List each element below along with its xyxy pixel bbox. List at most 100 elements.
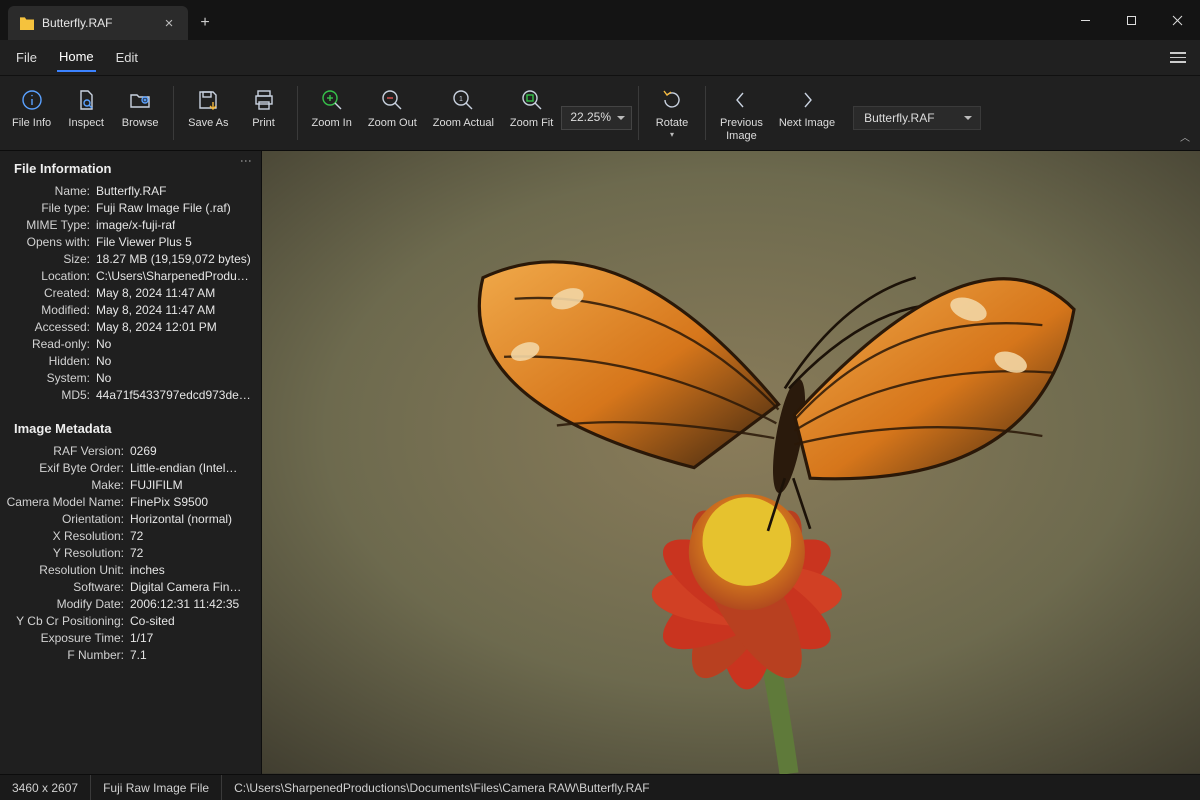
property-row: Modify Date:2006:12:31 11:42:35 (0, 595, 261, 612)
property-row: Hidden:No (0, 352, 261, 369)
property-value: No (96, 337, 111, 351)
zoom-actual-icon: 1 (449, 86, 477, 114)
zoom-fit-button[interactable]: Zoom Fit (502, 82, 561, 134)
browse-icon (126, 86, 154, 114)
zoom-in-label: Zoom In (312, 117, 352, 130)
image-viewer[interactable] (262, 151, 1200, 774)
status-path: C:\Users\SharpenedProductions\Documents\… (222, 775, 661, 800)
chevron-left-icon (727, 86, 755, 114)
property-key: Accessed: (0, 320, 96, 334)
property-key: Camera Model Name: (0, 495, 130, 509)
property-row: Opens with:File Viewer Plus 5 (0, 233, 261, 250)
zoom-fit-label: Zoom Fit (510, 117, 553, 130)
property-row: File type:Fuji Raw Image File (.raf) (0, 199, 261, 216)
property-row: Read-only:No (0, 335, 261, 352)
rotate-icon (658, 86, 686, 114)
property-key: Created: (0, 286, 96, 300)
file-select-value: Butterfly.RAF (864, 111, 934, 125)
image-file-select[interactable]: Butterfly.RAF (853, 106, 981, 130)
file-info-section-title: File Information (0, 151, 261, 182)
property-key: Size: (0, 252, 96, 266)
content-area: ⋮ File Information Name:Butterfly.RAFFil… (0, 151, 1200, 774)
status-filetype: Fuji Raw Image File (91, 775, 222, 800)
property-value: 7.1 (130, 648, 147, 662)
info-sidebar[interactable]: ⋮ File Information Name:Butterfly.RAFFil… (0, 151, 262, 774)
zoom-in-icon (318, 86, 346, 114)
zoom-out-icon (378, 86, 406, 114)
property-key: Location: (0, 269, 96, 283)
zoom-in-button[interactable]: Zoom In (304, 82, 360, 134)
close-tab-icon[interactable]: × (162, 16, 176, 31)
next-image-button[interactable]: Next Image (771, 82, 843, 134)
property-value: 72 (130, 529, 143, 543)
property-value: Fuji Raw Image File (.raf) (96, 201, 231, 215)
property-key: F Number: (0, 648, 130, 662)
browse-label: Browse (122, 117, 159, 130)
property-value: 18.27 MB (19,159,072 bytes) (96, 252, 251, 266)
browse-button[interactable]: Browse (113, 82, 167, 134)
property-value: Horizontal (normal) (130, 512, 232, 526)
previous-image-button[interactable]: Previous Image (712, 82, 771, 146)
inspect-button[interactable]: Inspect (59, 82, 113, 134)
save-icon (194, 86, 222, 114)
print-button[interactable]: Print (237, 82, 291, 134)
maximize-button[interactable] (1108, 0, 1154, 40)
close-window-button[interactable] (1154, 0, 1200, 40)
print-label: Print (252, 117, 275, 130)
property-key: File type: (0, 201, 96, 215)
property-row: Y Cb Cr Positioning:Co-sited (0, 612, 261, 629)
tab-title: Butterfly.RAF (42, 16, 112, 30)
property-row: Exposure Time:1/17 (0, 629, 261, 646)
chevron-down-icon: ▾ (670, 130, 674, 139)
image-metadata-section-title: Image Metadata (0, 411, 261, 442)
property-value: 1/17 (130, 631, 153, 645)
property-value: Little-endian (Intel… (130, 461, 237, 475)
svg-text:1: 1 (459, 96, 463, 103)
menu-file[interactable]: File (14, 44, 39, 71)
minimize-button[interactable] (1062, 0, 1108, 40)
property-row: Orientation:Horizontal (normal) (0, 510, 261, 527)
property-row: Y Resolution:72 (0, 544, 261, 561)
next-image-label: Next Image (779, 117, 835, 130)
zoom-out-button[interactable]: Zoom Out (360, 82, 425, 134)
file-info-button[interactable]: File Info (4, 82, 59, 134)
property-key: Y Resolution: (0, 546, 130, 560)
status-dimensions: 3460 x 2607 (0, 775, 91, 800)
property-key: Opens with: (0, 235, 96, 249)
document-tab[interactable]: Butterfly.RAF × (8, 6, 188, 40)
hamburger-icon[interactable] (1170, 52, 1186, 63)
butterfly-image (262, 151, 1200, 774)
property-key: Resolution Unit: (0, 563, 130, 577)
property-value: No (96, 371, 111, 385)
property-key: Exposure Time: (0, 631, 130, 645)
new-tab-button[interactable]: + (188, 6, 222, 40)
property-key: RAF Version: (0, 444, 130, 458)
property-value: FinePix S9500 (130, 495, 208, 509)
property-value: image/x-fuji-raf (96, 218, 175, 232)
property-row: Name:Butterfly.RAF (0, 182, 261, 199)
zoom-actual-button[interactable]: 1 Zoom Actual (425, 82, 502, 134)
property-key: Hidden: (0, 354, 96, 368)
menu-bar: File Home Edit (0, 40, 1200, 76)
menu-home[interactable]: Home (57, 43, 96, 72)
property-value: FUJIFILM (130, 478, 183, 492)
status-bar: 3460 x 2607 Fuji Raw Image File C:\Users… (0, 774, 1200, 800)
panel-menu-icon[interactable]: ⋮ (239, 155, 253, 168)
window-controls (1062, 0, 1200, 40)
menu-edit[interactable]: Edit (114, 44, 140, 71)
property-row: Created:May 8, 2024 11:47 AM (0, 284, 261, 301)
rotate-label: Rotate (656, 117, 688, 130)
save-as-button[interactable]: Save As (180, 82, 236, 134)
property-value: May 8, 2024 11:47 AM (96, 286, 215, 300)
zoom-level-select[interactable]: 22.25% (561, 106, 632, 130)
property-key: X Resolution: (0, 529, 130, 543)
property-key: Read-only: (0, 337, 96, 351)
property-value: No (96, 354, 111, 368)
rotate-button[interactable]: Rotate ▾ (645, 82, 699, 143)
property-key: Software: (0, 580, 130, 594)
collapse-ribbon-icon[interactable]: ︿ (1180, 129, 1190, 144)
inspect-icon (72, 86, 100, 114)
inspect-label: Inspect (68, 117, 103, 130)
file-icon (20, 16, 34, 30)
property-row: MD5:44a71f5433797edcd973de… (0, 386, 261, 403)
